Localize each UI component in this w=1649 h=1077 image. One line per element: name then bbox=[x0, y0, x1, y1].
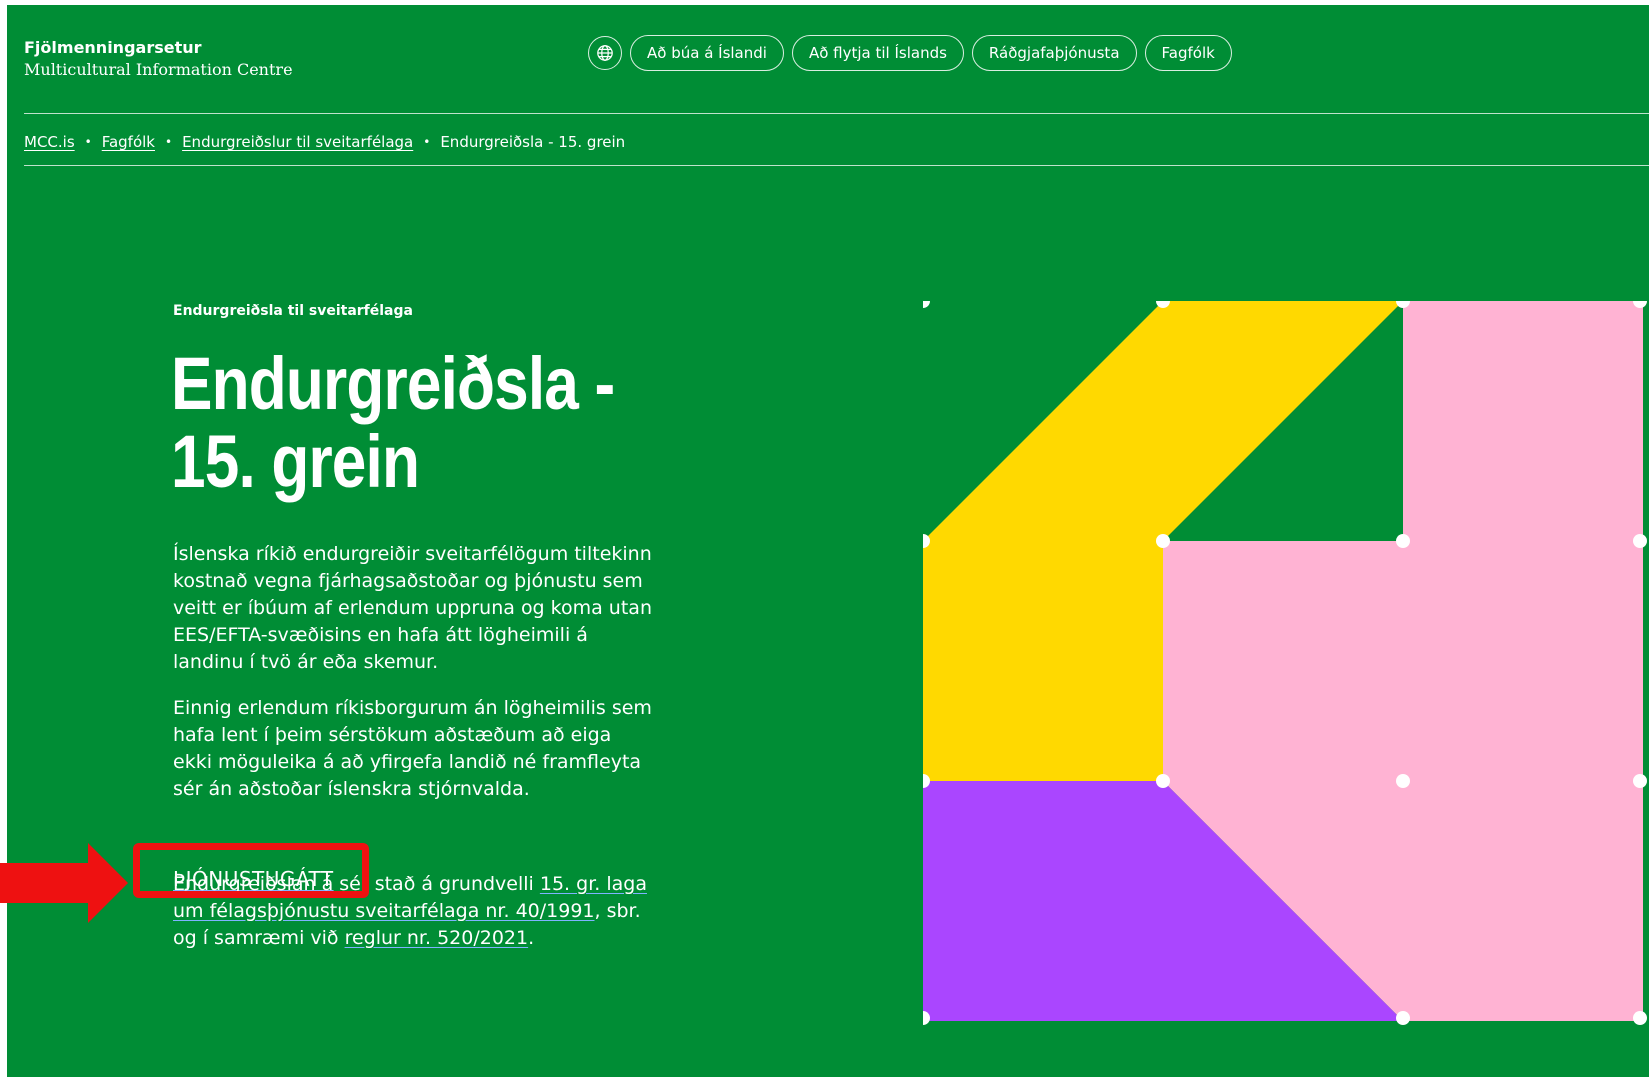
breadcrumb-divider bbox=[24, 165, 1649, 166]
breadcrumb-separator: • bbox=[423, 135, 431, 149]
language-button[interactable] bbox=[588, 36, 622, 70]
page-title: Endurgreiðsla - 15. grein bbox=[171, 345, 641, 501]
nav-item-counselling[interactable]: Ráðgjafaþjónusta bbox=[971, 35, 1137, 71]
nav-item-professionals[interactable]: Fagfólk bbox=[1144, 35, 1232, 71]
main-nav: Að búa á Íslandi Að flytja til Íslands R… bbox=[588, 35, 1232, 71]
breadcrumb-link-professionals[interactable]: Fagfólk bbox=[102, 133, 155, 151]
legal-text-end: . bbox=[528, 927, 535, 949]
annotation-highlight-box bbox=[133, 843, 369, 898]
globe-icon bbox=[597, 45, 613, 61]
intro-paragraph: Íslenska ríkið endurgreiðir sveitarfélög… bbox=[173, 543, 652, 673]
breadcrumb-link-reimbursements[interactable]: Endurgreiðslur til sveitarfélaga bbox=[182, 133, 413, 151]
header-divider bbox=[24, 113, 1649, 114]
logo-title: Fjölmenningarsetur bbox=[24, 38, 202, 57]
site-logo[interactable]: Fjölmenningarsetur Multicultural Informa… bbox=[24, 38, 293, 82]
page-title-line-1: Endurgreiðsla - bbox=[171, 342, 615, 425]
breadcrumb: MCC.is • Fagfólk • Endurgreiðslur til sv… bbox=[24, 133, 625, 151]
second-paragraph: Einnig erlendum ríkisborgurum án lögheim… bbox=[173, 697, 652, 800]
breadcrumb-separator: • bbox=[84, 135, 92, 149]
breadcrumb-link-home[interactable]: MCC.is bbox=[24, 133, 75, 151]
breadcrumb-current: Endurgreiðsla - 15. grein bbox=[440, 133, 626, 151]
decorative-illustration bbox=[923, 301, 1647, 1025]
page-background: Fjölmenningarsetur Multicultural Informa… bbox=[7, 5, 1649, 1077]
annotation-arrow-icon bbox=[0, 843, 128, 923]
regulation-520-2021-link[interactable]: reglur nr. 520/2021 bbox=[345, 927, 529, 949]
nav-item-moving-to-iceland[interactable]: Að flytja til Íslands bbox=[791, 35, 964, 71]
nav-item-living-in-iceland[interactable]: Að búa á Íslandi bbox=[630, 35, 784, 71]
breadcrumb-separator: • bbox=[165, 135, 173, 149]
page-title-line-2: 15. grein bbox=[171, 420, 420, 503]
logo-subtitle: Multicultural Information Centre bbox=[24, 60, 293, 79]
page-eyebrow: Endurgreiðsla til sveitarfélaga bbox=[173, 303, 413, 319]
